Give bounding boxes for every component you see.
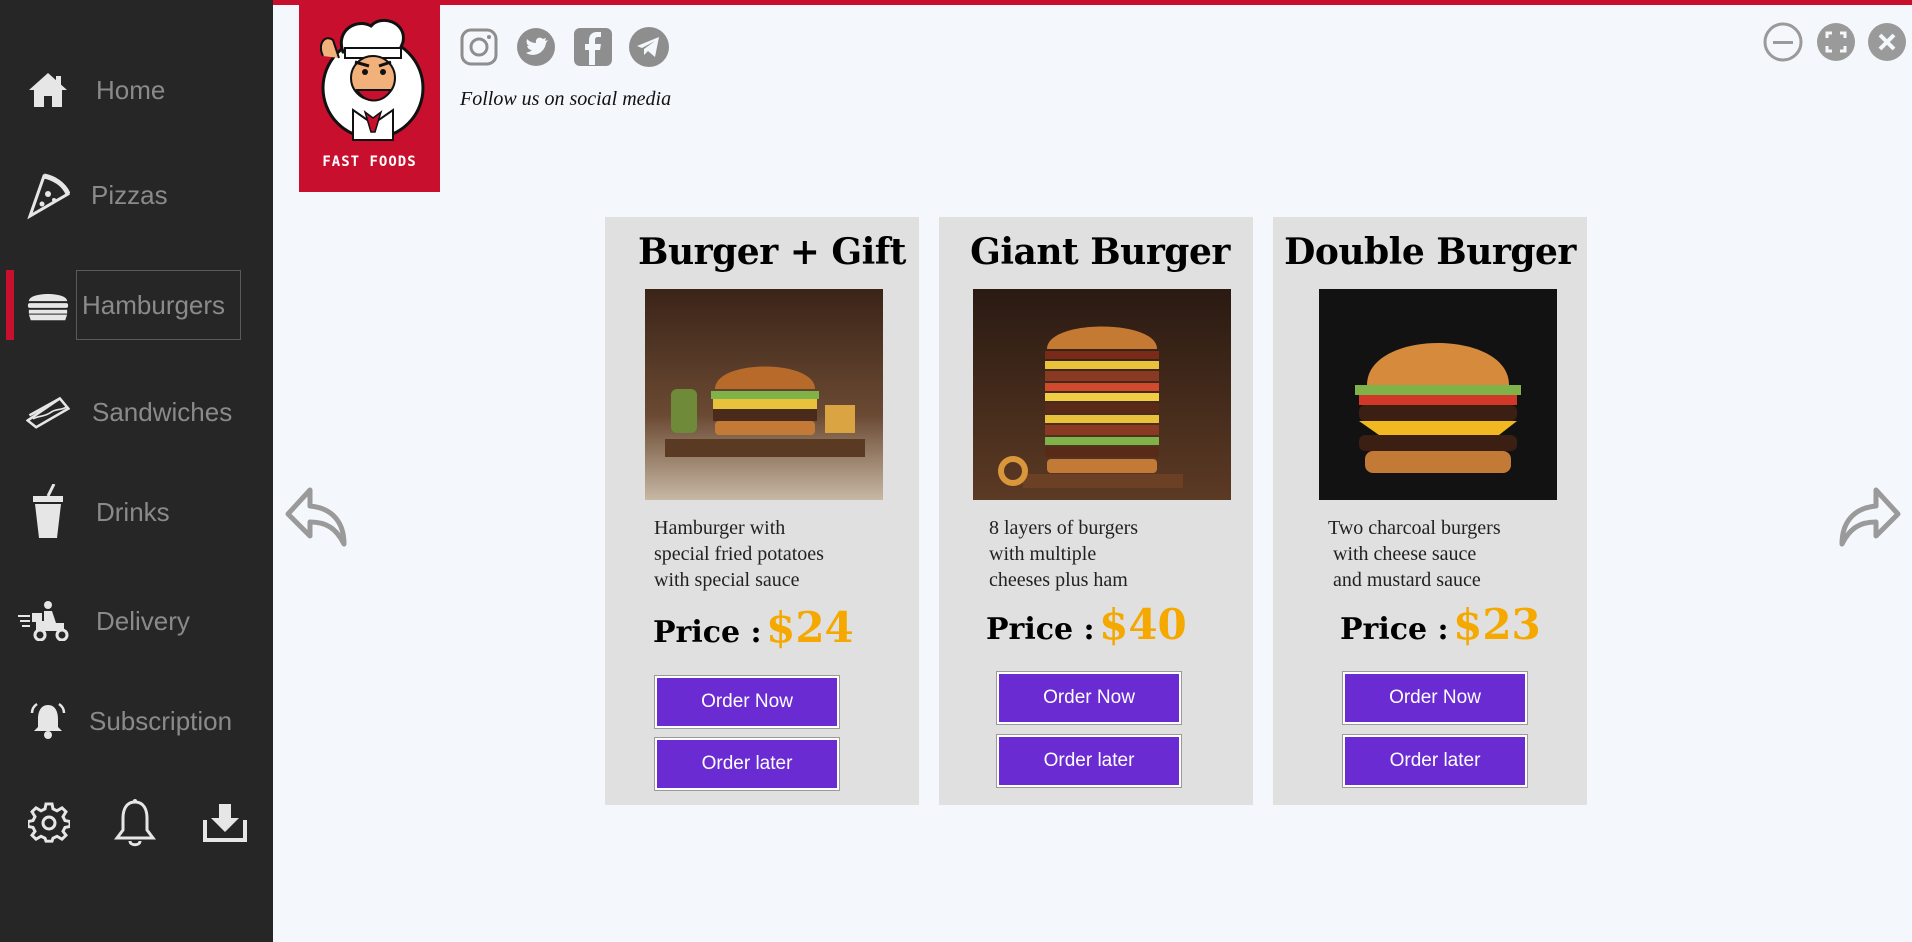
sidebar-item-label: Sandwiches — [92, 396, 233, 427]
product-price: Price : $23 — [1340, 600, 1541, 649]
maximize-icon[interactable] — [1816, 22, 1856, 62]
subscription-bell-icon — [26, 699, 70, 743]
price-value: $40 — [1099, 600, 1187, 649]
product-card: Double Burger Two charcoal burgers with … — [1273, 217, 1587, 805]
product-price: Price : $40 — [986, 600, 1187, 649]
sidebar-item-delivery[interactable]: Delivery — [0, 586, 273, 656]
home-icon — [26, 68, 70, 112]
order-now-button[interactable]: Order Now — [996, 671, 1182, 725]
product-description: Two charcoal burgers with cheese sauce a… — [1328, 517, 1501, 591]
sandwich-icon — [26, 390, 70, 434]
twitter-icon[interactable] — [515, 26, 557, 68]
order-later-button[interactable]: Order later — [996, 734, 1182, 788]
delivery-icon — [18, 599, 70, 643]
next-arrow-icon[interactable] — [1838, 486, 1902, 548]
price-value: $24 — [766, 603, 854, 652]
facebook-icon[interactable] — [572, 26, 614, 68]
price-label: Price : — [653, 615, 762, 650]
product-title: Giant Burger — [970, 231, 1230, 273]
instagram-icon[interactable] — [458, 26, 500, 68]
sidebar-item-home[interactable]: Home — [0, 55, 273, 125]
price-value: $23 — [1453, 600, 1541, 649]
sidebar: Home Pizzas Hamburgers Sandwiches Drinks… — [0, 0, 273, 942]
previous-arrow-icon[interactable] — [284, 486, 348, 548]
product-card: Giant Burger 8 layers of burgers with mu… — [939, 217, 1253, 805]
follow-us-text: Follow us on social media — [460, 88, 672, 110]
price-label: Price : — [986, 612, 1095, 647]
order-later-button[interactable]: Order later — [654, 737, 840, 791]
sidebar-item-label: Subscription — [89, 705, 233, 736]
sidebar-item-hamburgers[interactable]: Hamburgers — [0, 270, 273, 340]
order-now-button[interactable]: Order Now — [1342, 671, 1528, 725]
product-image-giant-burger — [973, 289, 1231, 500]
product-image-double-burger — [1319, 289, 1557, 500]
sidebar-item-label: Pizzas — [91, 179, 168, 210]
product-price: Price : $24 — [653, 603, 854, 652]
top-accent-stripe — [273, 0, 1912, 5]
product-description: 8 layers of burgers with multiple cheese… — [989, 517, 1139, 591]
active-indicator — [6, 270, 14, 340]
order-later-button[interactable]: Order later — [1342, 734, 1528, 788]
telegram-icon[interactable] — [628, 26, 670, 68]
sidebar-item-pizzas[interactable]: Pizzas — [0, 160, 273, 230]
notification-bell-icon[interactable] — [110, 795, 160, 851]
pizza-icon — [26, 173, 70, 220]
brand-logo[interactable]: FAST FOODS — [299, 0, 440, 192]
sidebar-item-sandwiches[interactable]: Sandwiches — [0, 377, 273, 447]
download-icon[interactable] — [200, 795, 250, 851]
drink-icon — [26, 484, 70, 538]
sidebar-item-label: Drinks — [96, 496, 170, 527]
sidebar-item-label: Home — [96, 74, 166, 105]
price-label: Price : — [1340, 612, 1449, 647]
sidebar-item-label: Hamburgers — [82, 289, 226, 320]
chef-mascot-icon — [319, 19, 425, 141]
sidebar-bottom-toolbar — [0, 795, 273, 859]
product-card: Burger + Gift Hamburger with special fri… — [605, 217, 919, 805]
close-icon[interactable] — [1867, 22, 1907, 62]
product-image-burger-gift — [645, 289, 883, 500]
minimize-icon[interactable] — [1763, 22, 1803, 62]
order-now-button[interactable]: Order Now — [654, 675, 840, 729]
hamburger-icon — [26, 283, 70, 327]
sidebar-item-label: Delivery — [96, 605, 190, 636]
sidebar-item-drinks[interactable]: Drinks — [0, 477, 273, 547]
product-description: Hamburger with special fried potatoes wi… — [654, 517, 824, 591]
brand-name: FAST FOODS — [322, 154, 417, 170]
settings-gear-icon[interactable] — [24, 795, 74, 851]
product-title: Burger + Gift — [638, 231, 906, 273]
product-title: Double Burger — [1284, 231, 1576, 273]
sidebar-item-subscription[interactable]: Subscription — [0, 686, 273, 756]
